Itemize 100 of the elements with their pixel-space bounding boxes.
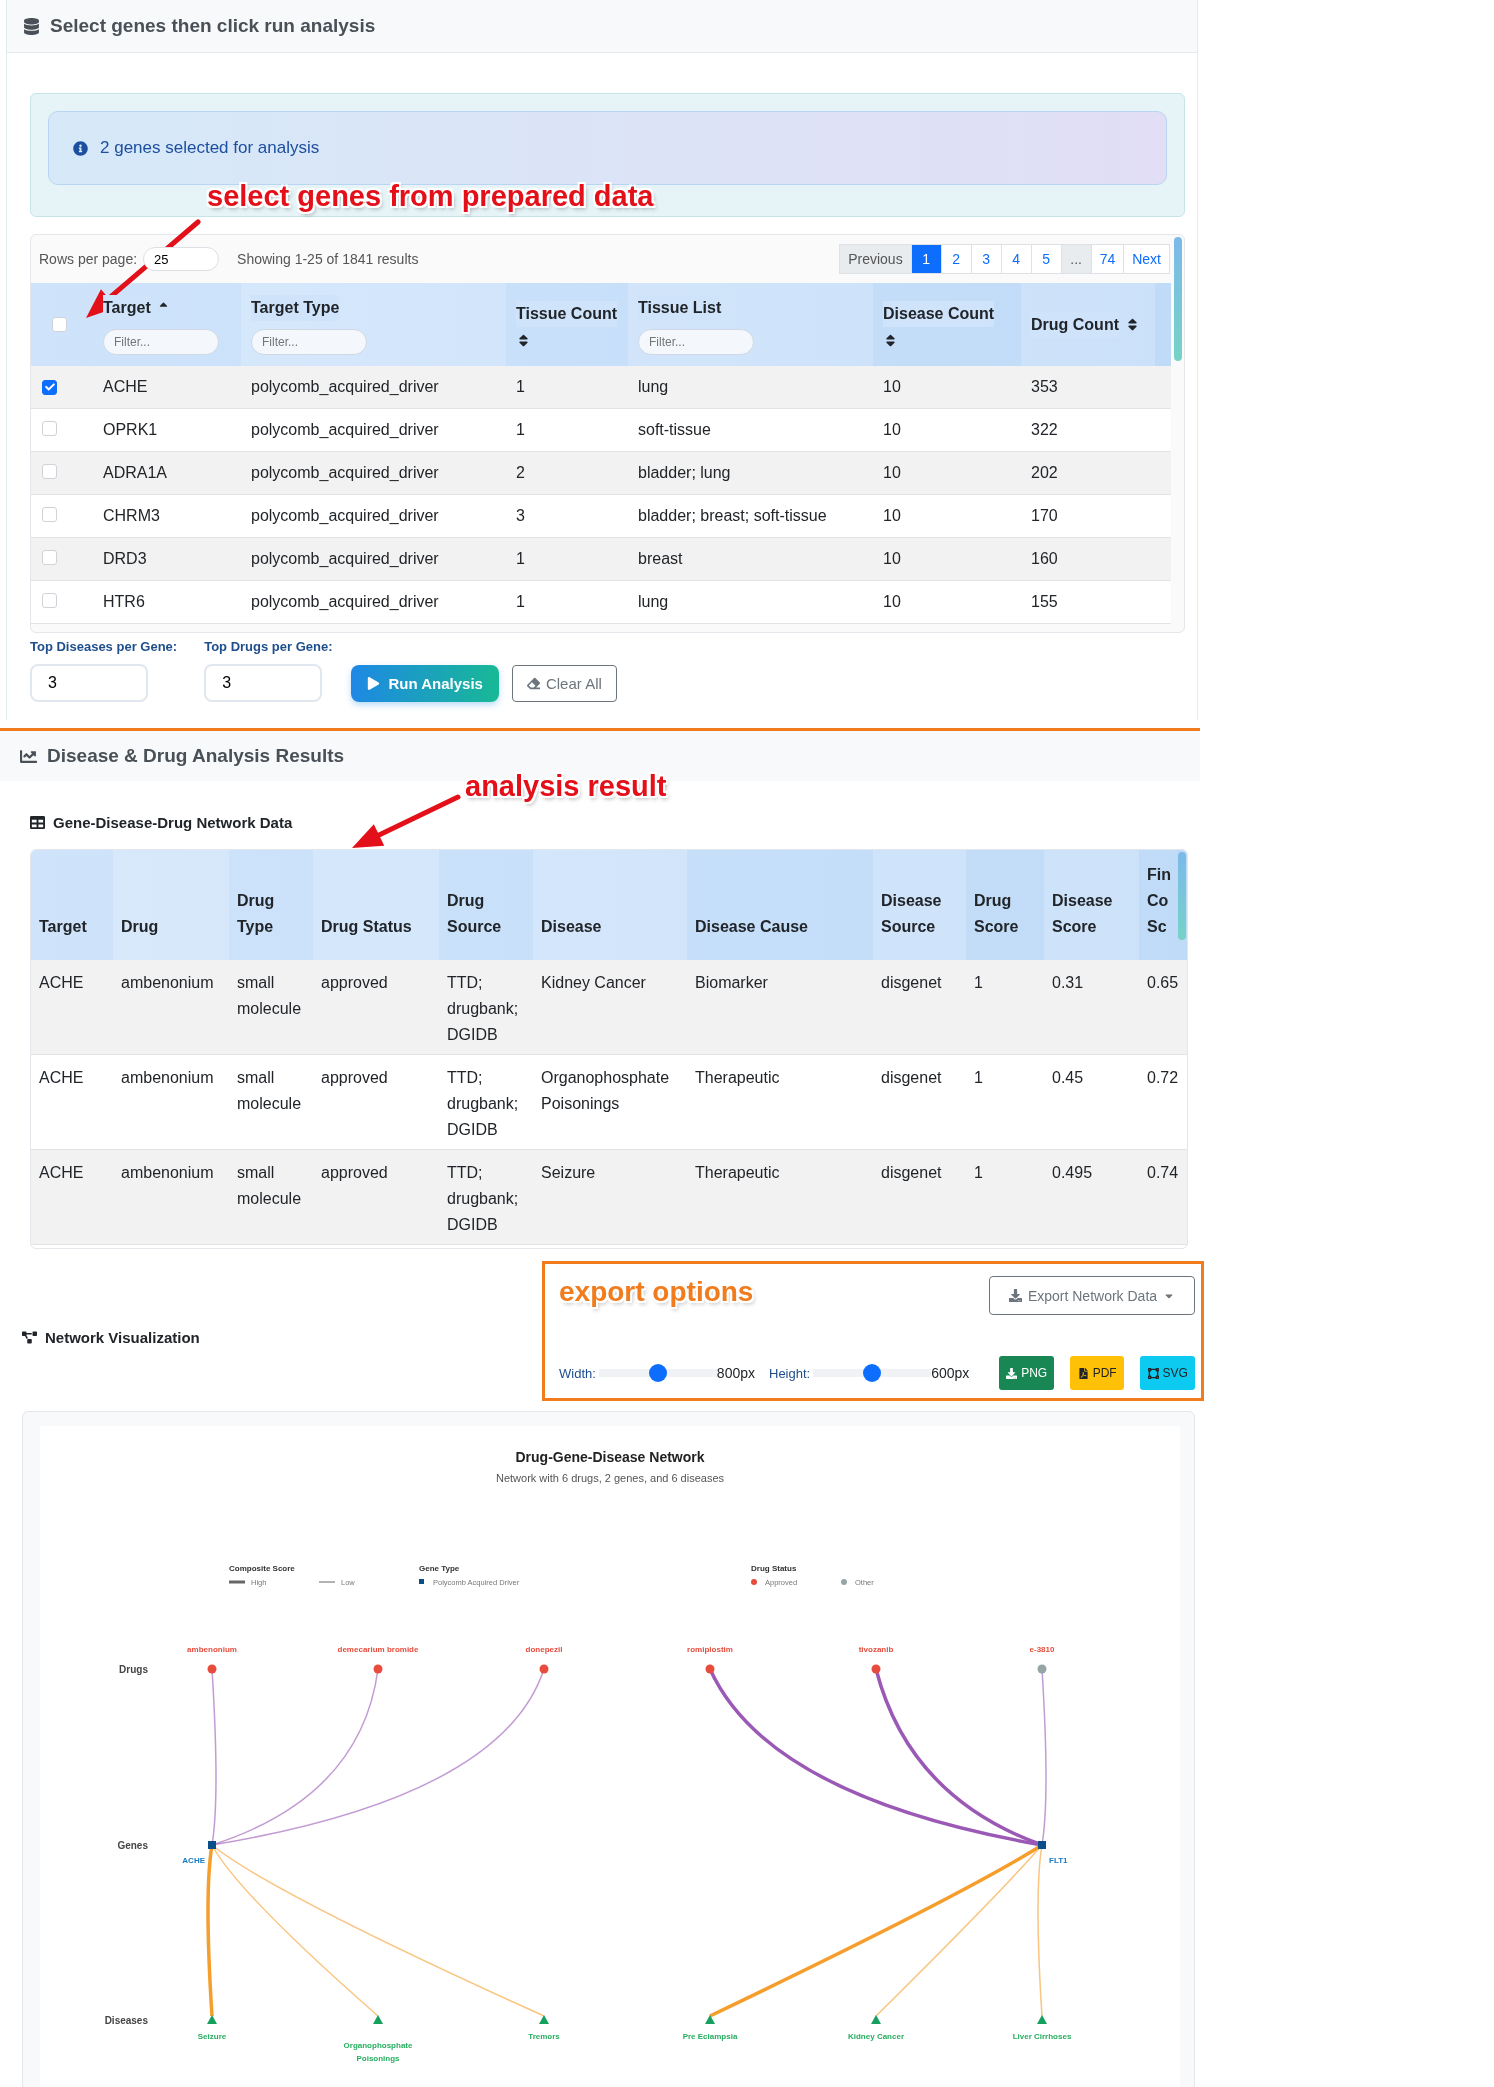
table-title: Gene-Disease-Drug Network Data (53, 813, 293, 831)
table-cell-text: 10 (882, 421, 902, 439)
table-cell-text: polycomb_acquired_driver (250, 593, 440, 611)
table-cell-text: Organophosphate Poisonings (540, 1068, 671, 1114)
disease-label: Seizure (197, 2032, 227, 2041)
network-icon (22, 1329, 37, 1345)
table-cell-text: ambenonium (120, 973, 215, 993)
table-cell-text: polycomb_acquired_driver (250, 550, 440, 568)
results-count: Showing 1-25 of 1841 results (237, 251, 419, 267)
table-cell-text: small molecule (236, 1068, 303, 1114)
export-button[interactable]: SVG (1140, 1356, 1195, 1390)
table-cell-text: Therapeutic (694, 1163, 781, 1183)
slider-label: Height: (769, 1365, 811, 1381)
sort-icon[interactable] (883, 333, 898, 348)
alert-text: 2 genes selected for analysis (100, 138, 320, 158)
table-cell-text: 202 (1030, 464, 1059, 482)
table-cell-text: lung (637, 378, 670, 396)
pdf-file-icon (1077, 1367, 1089, 1379)
page-button[interactable]: 74 (1090, 244, 1125, 274)
table-cell-text: 10 (882, 507, 902, 525)
page-button[interactable]: Next (1123, 244, 1170, 274)
table-cell-text: 10 (882, 593, 902, 611)
export-button[interactable]: PDF (1069, 1356, 1125, 1390)
column-header: Fin Co Sc (1147, 865, 1172, 937)
slider-thumb[interactable] (648, 1364, 667, 1382)
export-dropdown-button[interactable]: Export Network Data (989, 1276, 1195, 1315)
table-cell-text: ACHE (102, 378, 149, 396)
legend-line (229, 1580, 245, 1584)
table-cell-text: 1 (515, 378, 526, 396)
filter-field[interactable]: Filter... (251, 328, 367, 355)
table-cell-text: ambenonium (120, 1163, 215, 1183)
table-cell-text: 2 (515, 464, 526, 482)
page-button[interactable]: 1 (910, 244, 942, 274)
table-cell-text: 1 (515, 421, 526, 439)
page-button[interactable]: 4 (1000, 244, 1032, 274)
gene-label: ACHE (182, 1856, 205, 1865)
column-header: Tissue Count (516, 301, 618, 327)
table-cell-text: approved (320, 973, 389, 993)
column-header: Drug Source (447, 891, 503, 937)
run-analysis-button[interactable]: Run Analysis (351, 665, 499, 702)
table-cell-text: lung (637, 593, 670, 611)
disease-node (207, 2015, 217, 2024)
filter-field[interactable]: Filter... (638, 328, 754, 355)
table-cell-text: bladder; breast; soft-tissue (637, 507, 828, 525)
table-cell-text: TTD; drugbank; DGIDB (446, 1068, 520, 1140)
field-label: Top Drugs per Gene: (204, 639, 333, 654)
column-header: Disease Count (883, 301, 995, 327)
page-button[interactable]: 2 (940, 244, 972, 274)
rows-per-page-field[interactable]: 25 (143, 247, 220, 271)
filter-field[interactable]: Filter... (103, 328, 219, 355)
sort-icon[interactable] (516, 333, 531, 348)
chart-title: Drug-Gene-Disease Network (515, 1449, 705, 1465)
table-cell-text: 170 (1030, 507, 1059, 525)
info-icon (73, 140, 88, 156)
annotation-text: export options (559, 1276, 754, 1308)
table-icon (30, 814, 45, 830)
table-cell-text: polycomb_acquired_driver (250, 378, 440, 396)
row-label: Genes (117, 1840, 148, 1851)
table-cell-text: polycomb_acquired_driver (250, 421, 440, 439)
table-cell-text: 353 (1030, 378, 1059, 396)
row-label: Drugs (119, 1664, 148, 1675)
slider-value: 800px (716, 1365, 755, 1381)
table-cell-text: breast (637, 550, 684, 568)
drug-label: ambenonium (187, 1645, 237, 1654)
table-cell-text: 3 (515, 507, 526, 525)
table-cell-text: disgenet (880, 1163, 943, 1183)
legend-title: Drug Status (751, 1564, 797, 1573)
table-cell-text: 10 (882, 464, 902, 482)
column-header: Disease Cause (695, 917, 808, 937)
play-icon (367, 677, 381, 690)
table-cell-text: CHRM3 (102, 507, 161, 525)
disease-node (1037, 2015, 1047, 2024)
legend-title: Gene Type (419, 1564, 460, 1573)
table-cell-text: 1 (973, 1068, 984, 1088)
table-cell-text: OPRK1 (102, 421, 159, 439)
disease-node (871, 2015, 881, 2024)
scrollbar-thumb[interactable] (1174, 237, 1182, 361)
table-cell-text: small molecule (236, 1163, 303, 1209)
export-button[interactable]: PNG (999, 1356, 1054, 1390)
field-label: Top Diseases per Gene: (30, 639, 178, 654)
table-cell-text: Therapeutic (694, 1068, 781, 1088)
clear-all-button[interactable]: Clear All (511, 665, 617, 702)
number-field[interactable]: 3 (204, 664, 323, 702)
drug-label: romiplostim (687, 1645, 733, 1654)
sort-icon[interactable] (1125, 317, 1140, 332)
column-header: Drug (121, 917, 159, 937)
table-cell-text: 0.72 (1146, 1068, 1180, 1088)
scrollbar-thumb[interactable] (1178, 852, 1186, 940)
table-cell-text: Biomarker (694, 973, 769, 993)
number-field[interactable]: 3 (30, 664, 148, 702)
table-cell-text: small molecule (236, 973, 303, 1019)
page-button[interactable]: 5 (1030, 244, 1062, 274)
page-button[interactable]: 3 (970, 244, 1002, 274)
table-cell-text: 10 (882, 378, 902, 396)
column-header: Drug Count (1031, 311, 1119, 338)
table-cell-text: TTD; drugbank; DGIDB (446, 1163, 520, 1235)
table-cell-text: ACHE (38, 973, 85, 993)
disease-node (539, 2015, 549, 2024)
checkbox[interactable] (42, 379, 57, 395)
slider-thumb[interactable] (863, 1364, 882, 1382)
